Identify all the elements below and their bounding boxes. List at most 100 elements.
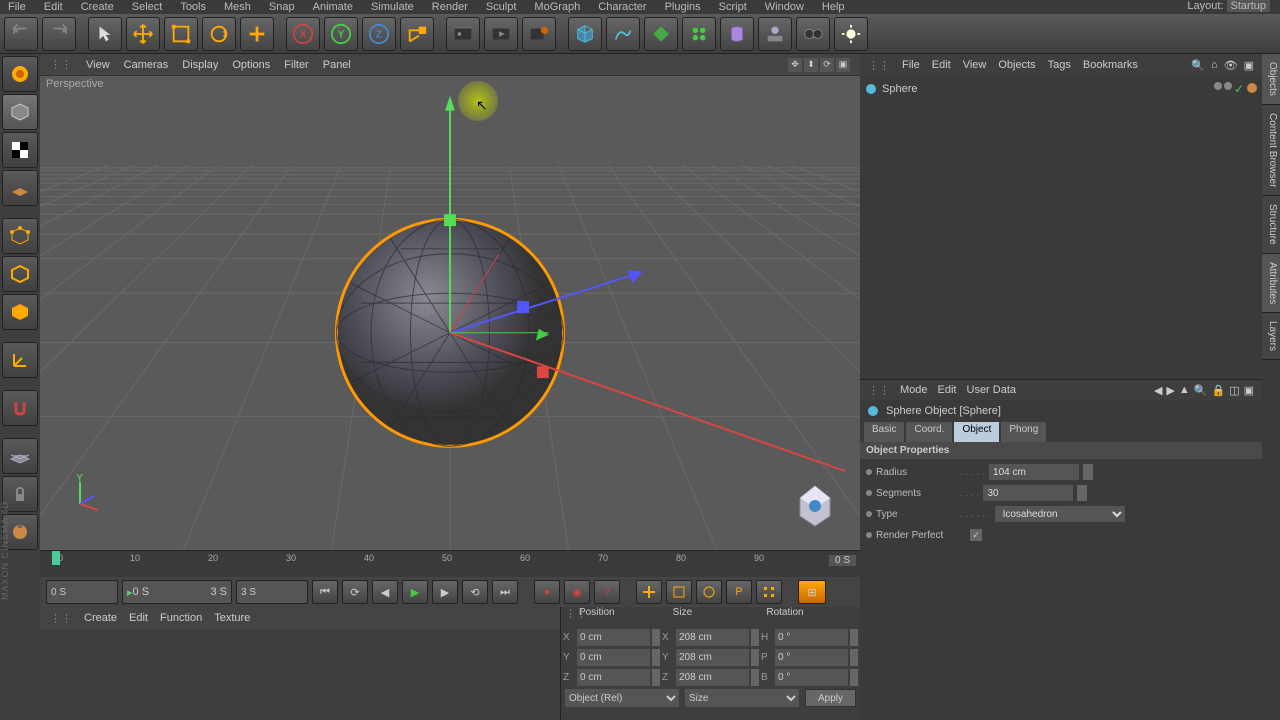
keyframe-help[interactable]: ? bbox=[594, 580, 620, 604]
axis-mode[interactable] bbox=[2, 342, 38, 378]
redo-button[interactable] bbox=[42, 17, 76, 51]
vp-orbit-icon[interactable]: ⟳ bbox=[820, 58, 834, 72]
add-camera[interactable] bbox=[796, 17, 830, 51]
render-settings[interactable] bbox=[522, 17, 556, 51]
am-search-icon[interactable]: 🔍 bbox=[1194, 384, 1208, 397]
y-axis-lock[interactable]: Y bbox=[324, 17, 358, 51]
add-light[interactable] bbox=[834, 17, 868, 51]
rot-h-field[interactable]: 0 ° bbox=[775, 629, 848, 646]
am-up-icon[interactable]: ▲ bbox=[1179, 384, 1190, 397]
size-z-field[interactable]: 208 cm bbox=[676, 669, 749, 686]
workplane-snap[interactable] bbox=[2, 438, 38, 474]
add-deformer[interactable] bbox=[720, 17, 754, 51]
menu-render[interactable]: Render bbox=[432, 1, 468, 13]
tab-basic[interactable]: Basic bbox=[864, 422, 904, 442]
vp-menu-filter[interactable]: Filter bbox=[284, 59, 308, 71]
prev-frame-button[interactable]: ◀ bbox=[372, 580, 398, 604]
range-end-field[interactable]: 3 S bbox=[236, 580, 308, 604]
key-rot-button[interactable] bbox=[696, 580, 722, 604]
menu-sculpt[interactable]: Sculpt bbox=[486, 1, 517, 13]
mat-menu-texture[interactable]: Texture bbox=[214, 612, 250, 624]
om-menu-edit[interactable]: Edit bbox=[932, 59, 951, 71]
vp-menu-cameras[interactable]: Cameras bbox=[124, 59, 169, 71]
layout-selector[interactable]: Layout: Startup bbox=[1187, 0, 1270, 12]
om-menu-tags[interactable]: Tags bbox=[1048, 59, 1071, 71]
object-tree[interactable]: Sphere ✓ bbox=[860, 76, 1262, 379]
mat-menu-function[interactable]: Function bbox=[160, 612, 202, 624]
tab-object[interactable]: Object bbox=[954, 422, 999, 442]
om-home-icon[interactable]: ⌂ bbox=[1211, 59, 1218, 72]
key-pos-button[interactable] bbox=[636, 580, 662, 604]
tab-coord[interactable]: Coord. bbox=[906, 422, 952, 442]
goto-end-button[interactable]: ⏭ bbox=[492, 580, 518, 604]
key-scale-button[interactable] bbox=[666, 580, 692, 604]
render-pv[interactable] bbox=[484, 17, 518, 51]
key-pla-button[interactable] bbox=[756, 580, 782, 604]
loop-button[interactable]: ⟳ bbox=[342, 580, 368, 604]
add-spline[interactable] bbox=[606, 17, 640, 51]
menu-select[interactable]: Select bbox=[132, 1, 163, 13]
pos-x-field[interactable]: 0 cm bbox=[577, 629, 650, 646]
side-tab-structure[interactable]: Structure bbox=[1262, 196, 1280, 254]
size-mode-dropdown[interactable]: Size bbox=[685, 689, 799, 707]
workplane-mode[interactable] bbox=[2, 170, 38, 206]
vp-menu-panel[interactable]: Panel bbox=[323, 59, 351, 71]
apply-button[interactable]: Apply bbox=[805, 689, 856, 707]
snap-toggle[interactable] bbox=[2, 390, 38, 426]
x-axis-lock[interactable]: X bbox=[286, 17, 320, 51]
menu-tools[interactable]: Tools bbox=[180, 1, 206, 13]
current-frame-field[interactable]: ▸ 0 S3 S bbox=[122, 580, 232, 604]
am-lock-icon[interactable]: 🔒 bbox=[1211, 384, 1225, 397]
vp-zoom-icon[interactable]: ⬍ bbox=[804, 58, 818, 72]
rot-p-field[interactable]: 0 ° bbox=[775, 649, 848, 666]
vp-menu-display[interactable]: Display bbox=[182, 59, 218, 71]
vp-max-icon[interactable]: ▣ bbox=[836, 58, 850, 72]
am-fwd-icon[interactable]: ▶ bbox=[1166, 384, 1174, 397]
om-menu-objects[interactable]: Objects bbox=[998, 59, 1035, 71]
am-new-icon[interactable]: ◫ bbox=[1229, 384, 1239, 397]
add-cube[interactable] bbox=[568, 17, 602, 51]
size-y-field[interactable]: 208 cm bbox=[676, 649, 749, 666]
am-menu-edit[interactable]: Edit bbox=[938, 384, 957, 396]
phong-tag-icon[interactable] bbox=[1246, 82, 1258, 94]
move-tool[interactable] bbox=[126, 17, 160, 51]
vp-menu-view[interactable]: View bbox=[86, 59, 110, 71]
om-menu-bookmarks[interactable]: Bookmarks bbox=[1083, 59, 1138, 71]
menu-character[interactable]: Character bbox=[598, 1, 646, 13]
menu-help[interactable]: Help bbox=[822, 1, 845, 13]
z-axis-lock[interactable]: Z bbox=[362, 17, 396, 51]
record-button[interactable]: ● bbox=[534, 580, 560, 604]
menu-mesh[interactable]: Mesh bbox=[224, 1, 251, 13]
last-tool[interactable] bbox=[240, 17, 274, 51]
goto-start-button[interactable]: ⏮ bbox=[312, 580, 338, 604]
perspective-viewport[interactable]: Perspective bbox=[40, 76, 860, 550]
tab-phong[interactable]: Phong bbox=[1001, 422, 1046, 442]
type-dropdown[interactable]: Icosahedron bbox=[995, 506, 1125, 522]
polygon-mode[interactable] bbox=[2, 294, 38, 330]
point-mode[interactable] bbox=[2, 218, 38, 254]
vp-menu-options[interactable]: Options bbox=[232, 59, 270, 71]
undo-button[interactable] bbox=[4, 17, 38, 51]
pos-y-field[interactable]: 0 cm bbox=[577, 649, 650, 666]
play-button[interactable]: ▶ bbox=[402, 580, 428, 604]
live-select-tool[interactable] bbox=[2, 56, 38, 92]
radius-field[interactable] bbox=[989, 464, 1079, 480]
side-tab-objects[interactable]: Objects bbox=[1262, 54, 1280, 105]
menu-edit[interactable]: Edit bbox=[44, 1, 63, 13]
am-max-icon[interactable]: ▣ bbox=[1244, 384, 1254, 397]
mat-menu-edit[interactable]: Edit bbox=[129, 612, 148, 624]
segments-stepper[interactable] bbox=[1077, 485, 1087, 501]
nav-gizmo[interactable] bbox=[790, 480, 840, 530]
render-view[interactable] bbox=[446, 17, 480, 51]
next-frame-button[interactable]: ▶ bbox=[432, 580, 458, 604]
coord-system[interactable] bbox=[400, 17, 434, 51]
scale-tool[interactable] bbox=[164, 17, 198, 51]
visibility-dot[interactable] bbox=[1214, 82, 1222, 90]
side-tab-attributes[interactable]: Attributes bbox=[1262, 254, 1280, 313]
add-generator[interactable] bbox=[644, 17, 678, 51]
om-menu-view[interactable]: View bbox=[963, 59, 987, 71]
side-tab-content[interactable]: Content Browser bbox=[1262, 105, 1280, 196]
timeline-end-field[interactable]: 0 S bbox=[829, 555, 856, 566]
range-start-field[interactable]: 0 S bbox=[46, 580, 118, 604]
coord-mode-dropdown[interactable]: Object (Rel) bbox=[565, 689, 679, 707]
